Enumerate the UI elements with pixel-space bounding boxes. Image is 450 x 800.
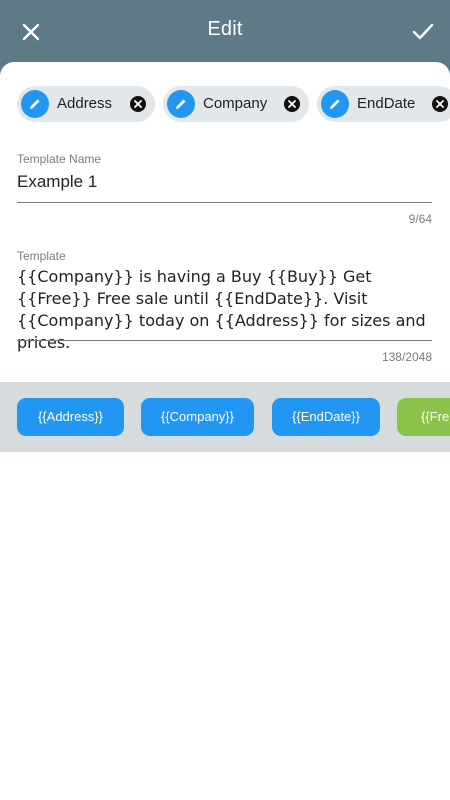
check-icon [412,23,434,40]
insert-address-button[interactable]: {{Address}} [17,398,124,436]
template-name-input[interactable]: Example 1 [17,172,97,192]
edit-sheet: Address Company EndDate Template Name Ex… [0,62,450,800]
chip-address[interactable]: Address [17,86,155,122]
chip-enddate[interactable]: EndDate [317,86,450,122]
template-name-label: Template Name [17,152,102,166]
insert-free-button[interactable]: {{Fre [397,398,450,436]
edit-chip-button[interactable] [21,90,49,118]
save-button[interactable] [410,19,436,45]
remove-chip-icon[interactable] [130,96,146,112]
pencil-icon [30,99,40,109]
remove-chip-icon[interactable] [432,96,448,112]
edit-chip-button[interactable] [167,90,195,118]
remove-chip-icon[interactable] [284,96,300,112]
template-underline [17,340,432,341]
template-name-underline [17,202,432,203]
variable-chips: Address Company EndDate [17,86,450,126]
insert-enddate-button[interactable]: {{EndDate}} [272,398,380,436]
insert-company-button[interactable]: {{Company}} [141,398,254,436]
chip-company[interactable]: Company [163,86,309,122]
template-name-counter: 9/64 [408,212,432,226]
insert-tag-bar[interactable]: {{Address}} {{Company}} {{EndDate}} {{Fr… [0,382,450,452]
edit-chip-button[interactable] [321,90,349,118]
app-bar: Edit [0,0,450,62]
template-counter: 138/2048 [381,350,432,364]
template-label: Template [17,249,66,263]
pencil-icon [330,99,340,109]
page-title: Edit [207,18,243,40]
pencil-icon [176,99,186,109]
